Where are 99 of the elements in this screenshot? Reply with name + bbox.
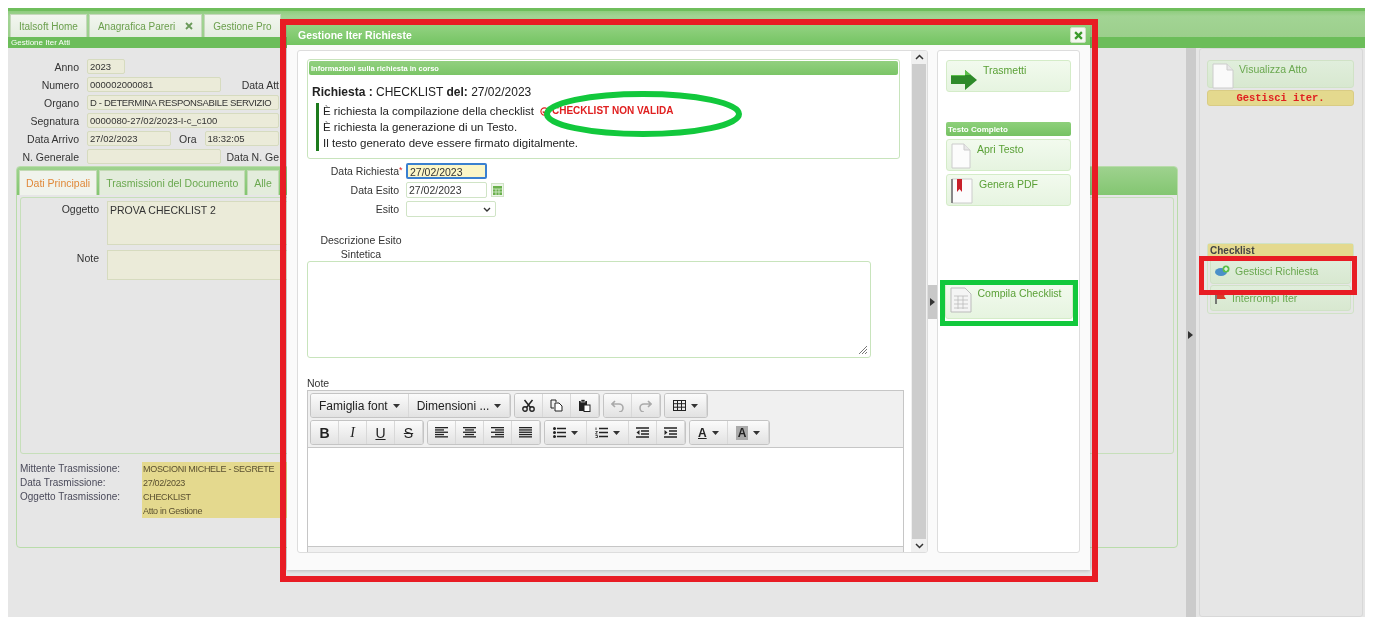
cut-button[interactable] [515, 394, 544, 417]
dialog-title: Gestione Iter Richieste [298, 29, 412, 41]
outdent-icon [636, 427, 649, 438]
field-label: Note [75, 251, 99, 266]
field-label: Organo [42, 96, 79, 109]
format-button[interactable]: S [395, 421, 423, 444]
table-icon [673, 400, 687, 411]
background-color-button[interactable]: A [727, 421, 770, 444]
align-button[interactable] [456, 421, 484, 444]
quote-bar [316, 103, 319, 151]
arrow-right-icon [951, 70, 977, 90]
field-label: Oggetto [60, 202, 99, 217]
align-button[interactable] [512, 421, 540, 444]
requirement-text: È richiesta la compilazione della checklist [323, 104, 534, 119]
justify-icon [519, 427, 532, 438]
calendar-icon [493, 185, 502, 195]
date-field[interactable]: 27/02/2023 [406, 182, 487, 198]
text-field[interactable] [87, 149, 221, 164]
text-field[interactable]: 18:32:05 [204, 131, 279, 146]
bullet-list-icon [553, 427, 566, 438]
requirement-text: Il testo generato deve essere firmato digitalmente. [323, 136, 579, 151]
select-field[interactable] [406, 201, 496, 217]
paste-button[interactable] [571, 394, 600, 417]
caret-icon [711, 430, 719, 435]
requirement-text: È richiesta la generazione di un Testo. [323, 120, 518, 135]
chevron-down-icon[interactable] [914, 543, 924, 549]
copy-icon [550, 399, 564, 412]
field-label: Esito [374, 203, 399, 215]
numbered-list-icon [595, 427, 608, 438]
field-label: Note [307, 377, 331, 389]
section-header: Testo Completo [946, 122, 1071, 136]
text-field[interactable]: 27/02/2023 [87, 131, 171, 146]
font-family-dropdown[interactable]: Famiglia font [311, 394, 409, 417]
document-bookmark-icon [951, 178, 973, 204]
scrollbar[interactable] [911, 51, 927, 552]
text-field[interactable]: 000002000081 [87, 77, 221, 92]
format-button[interactable]: B [311, 421, 339, 444]
format-button[interactable]: U [367, 421, 395, 444]
date-field[interactable]: 27/02/2023 [406, 163, 487, 179]
close-icon [1073, 30, 1083, 40]
close-icon[interactable] [185, 22, 194, 30]
text-field[interactable]: 0000080-27/02/2023-I-c_c100 [87, 113, 279, 128]
align-button[interactable] [484, 421, 512, 444]
field-label: Ora [179, 132, 197, 145]
table-button[interactable] [665, 394, 708, 417]
caret-icon [571, 430, 578, 435]
text-color-button[interactable]: A [690, 421, 728, 444]
clipboard-icon [578, 399, 592, 412]
field-label: Anno [53, 60, 79, 73]
chevron-up-icon[interactable] [914, 54, 924, 60]
required-mark: * [399, 165, 403, 175]
spreadsheet-icon [949, 287, 972, 313]
field-label: Data N. Ge [226, 150, 279, 163]
flag-icon [1215, 292, 1227, 304]
text-field[interactable]: D - DETERMINA RESPONSABILE SERVIZIO [87, 95, 279, 110]
align-left-icon [435, 427, 448, 438]
chevron-down-icon [483, 206, 491, 212]
field-label: N. Generale [21, 150, 79, 163]
resize-grip-icon[interactable] [858, 345, 868, 355]
undo-icon [611, 399, 625, 412]
field-label: Data Att [241, 78, 279, 91]
request-summary: Richiesta : CHECKLIST del: 27/02/2023 [312, 85, 533, 99]
field-label: Mittente Trasmissione: [20, 462, 122, 476]
indent-icon [664, 427, 677, 438]
caret-icon[interactable] [928, 284, 937, 319]
field-label: Oggetto Trasmissione: [20, 490, 122, 504]
field-label: Segnatura [29, 114, 79, 127]
numbered-list-button[interactable] [587, 421, 629, 444]
field-label: Data Arrivo [26, 132, 79, 145]
caret-icon [753, 430, 761, 435]
align-button[interactable] [428, 421, 456, 444]
caret-icon [613, 430, 620, 435]
align-center-icon [463, 427, 476, 438]
outdent-button[interactable] [629, 421, 657, 444]
caret-icon [392, 403, 400, 408]
check-circle-icon [539, 106, 549, 116]
font-size-dropdown[interactable]: Dimensioni ... [408, 394, 511, 417]
caret-icon [494, 403, 502, 408]
text-field[interactable]: 2023 [87, 59, 125, 74]
field-label: Data Esito [349, 184, 399, 196]
format-button[interactable]: I [339, 421, 367, 444]
breadcrumb-text: Gestione Iter Atti [11, 38, 71, 47]
indent-button[interactable] [657, 421, 685, 444]
bullet-list-button[interactable] [545, 421, 587, 444]
field-label: Data Trasmissione: [20, 476, 107, 490]
cloud-plus-icon [1215, 265, 1230, 277]
field-label: Numero [40, 78, 79, 91]
close-button[interactable] [1070, 27, 1086, 43]
caret-icon[interactable] [1188, 331, 1193, 339]
caret-icon [691, 403, 699, 408]
field-label: Descrizione Esito Sintetica [319, 233, 403, 261]
document-icon [951, 143, 971, 169]
copy-button[interactable] [543, 394, 572, 417]
align-right-icon [491, 427, 504, 438]
scissors-icon [522, 399, 536, 412]
document-icon [1212, 63, 1234, 89]
redo-icon [639, 399, 653, 412]
status-badge: Gestisci iter. [1207, 90, 1354, 106]
field-label: Data Richiesta [329, 165, 399, 177]
